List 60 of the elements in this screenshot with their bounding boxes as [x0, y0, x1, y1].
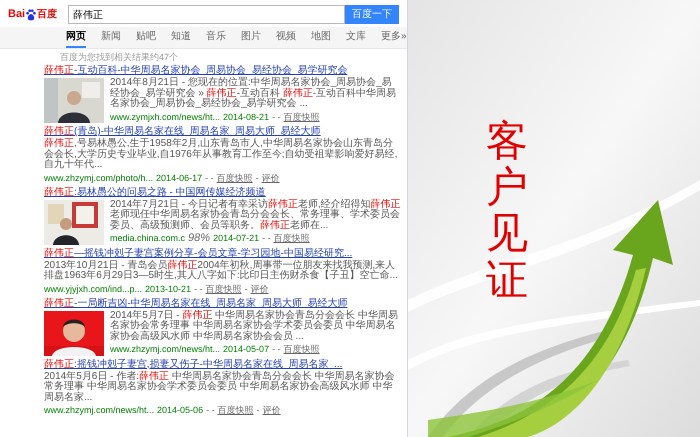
- cache-link[interactable]: 评价: [262, 404, 281, 416]
- cache-link[interactable]: 百度快照: [218, 404, 254, 416]
- separator-text: -: [256, 404, 260, 416]
- separator-text: - -: [272, 343, 281, 355]
- result-url: media.china.com.c: [110, 232, 186, 244]
- nav-tab[interactable]: 音乐: [206, 27, 226, 48]
- logo-text: Bai: [8, 9, 26, 20]
- logo-text: 百度: [37, 10, 58, 20]
- separator-text: - -: [205, 172, 214, 184]
- result-snippet: 2014年7月21日 - 今日记者有幸采访薛伟正老师,经介绍得知薛伟正 老师现任中华周易名家协会青岛分会会长、常务理事、学术委员会委员、高级预测师、会员等职务。薛伟正老师在...: [110, 200, 401, 231]
- result-title-link[interactable]: 薛伟正-互动百科-中华周易名家协会_周易协会_易经协会_易学研究会: [44, 65, 401, 77]
- result-url: www.zhzymj.com/photo/h...: [44, 172, 154, 184]
- result-url: www.zhzymj.com/news/ht...: [110, 343, 220, 355]
- separator-text: -: [256, 172, 259, 184]
- result-date: 2014-07-21: [213, 232, 260, 244]
- nav-tab[interactable]: 知道: [171, 27, 191, 48]
- separator-text: -: [244, 282, 248, 294]
- result-date: 2014-06-17: [156, 172, 202, 184]
- result-snippet: 2014年8月21日 - 您现在的位置:中华周易名家协会_周易协会_易经协会_易学研究会 » 薛伟正-互动百科 薛伟正-互动百科中华周易名家协会_周易协会_易经协会_易学研究会 ...: [110, 78, 398, 110]
- nav-tab[interactable]: 贴吧: [136, 27, 156, 48]
- separator-text: - -: [194, 282, 203, 294]
- nav-tab[interactable]: 新闻: [101, 27, 121, 48]
- cache-link[interactable]: 百度快照: [216, 172, 253, 184]
- result-title-link[interactable]: 薛伟正(青岛)-中华周易名家在线_周易名家_周易大师_易经大师: [44, 126, 401, 138]
- result-count: 百度为您找到相关结果约47个: [59, 51, 180, 64]
- result-snippet: 薛伟正,号易林愚公,生于1958年2月,山东青岛市人,中华周易名家协会山东青岛分会会长,大学历史专业毕业,自1976年从事教育工作至今;自幼受祖辈影响爱好易经,自九十年代...: [44, 139, 398, 170]
- result-snippet: 2014年5月6日 - 作者:薛伟正 中华周易名家协会青岛分会会长 中华周易名家协会常务理事 中华周易名家协会学术委员会委员 中华周易名家协会高级风水师 中华周易名家...: [44, 372, 396, 403]
- result-date: 2014-05-06: [157, 404, 204, 416]
- cache-link[interactable]: 百度快照: [206, 282, 242, 294]
- result-date: 2014-05-07: [223, 343, 270, 355]
- cache-link[interactable]: 百度快照: [274, 232, 310, 244]
- cache-link[interactable]: 百度快照: [284, 343, 320, 355]
- result-snippet: 2013年10月21日 - 青岛会员薛伟正2004年初秋,周事带一位朋友来找我预测,来人排盘1963年6月29日3—5时生,其人八字如下:比印日主伤财杀食【子丑】空亡命...: [44, 260, 399, 282]
- result-title-link[interactable]: 薛伟正:摇钱冲剋子妻宫,损妻又伤子-中华周易名家在线_周易名家_...: [44, 358, 401, 370]
- nav-tab[interactable]: 地图: [311, 27, 331, 48]
- cache-link[interactable]: 评价: [250, 282, 269, 294]
- nav-tab[interactable]: 图片: [241, 27, 261, 48]
- result-snippet: 2014年5月7日 - 薛伟正 中华周易名家协会青岛分会会长 中华周易名家协会常务理事 中华周易名家协会学术委员会委员 中华周易名家协会高级风水师 中华周易名家协会会员 ...: [110, 310, 399, 342]
- result-url: www.yjyjxh.com/ind...p...: [44, 282, 142, 294]
- nav-tab[interactable]: 网页: [66, 27, 86, 48]
- result-title-link[interactable]: 薛伟正:易林愚公的问易之路 - 中国网传媒经济频道: [44, 186, 401, 198]
- nav-tab[interactable]: 更多»: [381, 27, 407, 48]
- nav-tab[interactable]: 视频: [276, 27, 296, 48]
- separator-text: - -: [262, 232, 271, 244]
- separator-text: - -: [272, 110, 281, 122]
- search-button[interactable]: 百度一下: [345, 5, 399, 24]
- progress-text: 98%: [188, 232, 210, 244]
- result-date: 2013-10-21: [145, 282, 192, 294]
- cache-link[interactable]: 百度快照: [284, 110, 320, 122]
- result-title-link[interactable]: 薛伟正—摇钱冲剋子妻宫案例分享-会员文章-学习园地-中国易经研究...: [44, 248, 401, 260]
- search-field[interactable]: 薛伟正: [68, 5, 345, 24]
- paw-icon: [25, 8, 38, 20]
- result-url: www.zhzymj.com/news/ht...: [44, 404, 154, 416]
- cache-link[interactable]: 评价: [262, 172, 280, 184]
- result-title-link[interactable]: 薛伟正-一局断吉凶-中华周易名家在线_周易名家_周易大师_易经大师: [44, 298, 401, 310]
- result-url: www.zymjxh.com/news/ht...: [110, 110, 220, 122]
- nav-tab[interactable]: 文库: [346, 27, 366, 48]
- separator-text: - -: [206, 404, 215, 416]
- result-date: 2014-08-21: [223, 110, 270, 122]
- slide-heading: 客户见证: [486, 118, 528, 303]
